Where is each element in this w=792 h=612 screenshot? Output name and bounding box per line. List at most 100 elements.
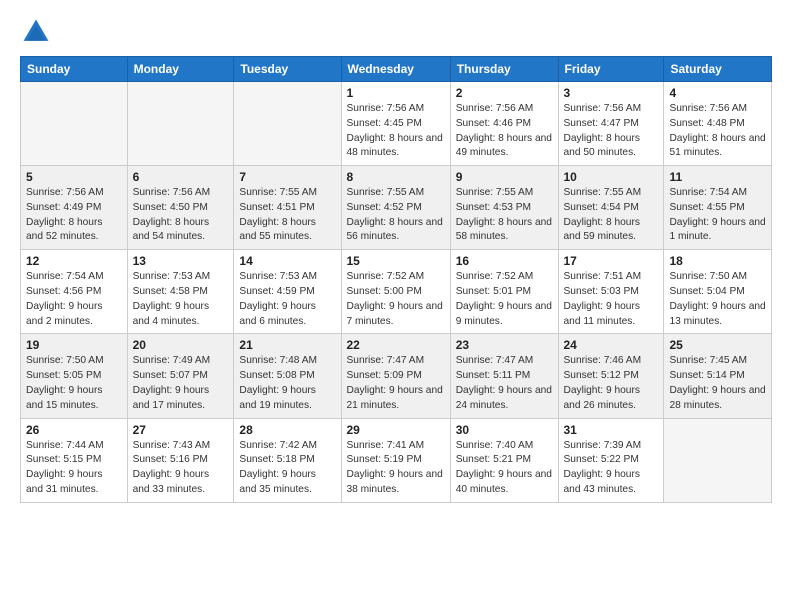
calendar-cell: 25 Sunrise: 7:45 AMSunset: 5:14 PMDayligh… [664, 334, 772, 418]
calendar-week-row: 19 Sunrise: 7:50 AMSunset: 5:05 PMDayligh… [21, 334, 772, 418]
day-number: 26 [26, 423, 122, 437]
calendar-cell: 28Sunrise: 7:42 AMSunset: 5:18 PMDayligh… [234, 418, 341, 502]
day-number: 10 [564, 170, 659, 184]
day-detail: Sunrise: 7:56 AMSunset: 4:47 PMDaylight:… [564, 102, 659, 161]
day-number: 30 [456, 423, 553, 437]
day-number: 24 [564, 338, 659, 352]
day-number: 11 [669, 170, 766, 184]
day-number: 15 [347, 254, 445, 268]
calendar-week-row: 12 Sunrise: 7:54 AMSunset: 4:56 PMDayligh… [21, 250, 772, 334]
calendar-cell: 20Sunrise: 7:49 AMSunset: 5:07 PMDayligh… [127, 334, 234, 418]
day-number: 2 [456, 86, 553, 100]
day-detail: Sunrise: 7:55 AMSunset: 4:53 PMDaylight:… [456, 186, 553, 245]
day-number: 19 [26, 338, 122, 352]
day-detail: Sunrise: 7:43 AMSunset: 5:16 PMDaylight:… [133, 439, 229, 498]
calendar-cell: 8Sunrise: 7:55 AMSunset: 4:52 PMDaylight… [341, 166, 450, 250]
calendar-cell: 9 Sunrise: 7:55 AMSunset: 4:53 PMDaylight… [450, 166, 558, 250]
calendar-week-row: 26 Sunrise: 7:44 AMSunset: 5:15 PMDayligh… [21, 418, 772, 502]
day-number: 9 [456, 170, 553, 184]
logo-icon [20, 16, 52, 48]
day-detail: Sunrise: 7:48 AMSunset: 5:08 PMDaylight:… [239, 354, 335, 413]
day-detail: Sunrise: 7:39 AMSunset: 5:22 PMDaylight:… [564, 439, 659, 498]
day-number: 7 [239, 170, 335, 184]
calendar-cell: 27 Sunrise: 7:43 AMSunset: 5:16 PMDayligh… [127, 418, 234, 502]
day-detail: Sunrise: 7:56 AMSunset: 4:49 PMDaylight:… [26, 186, 122, 245]
weekday-header-friday: Friday [558, 57, 664, 82]
day-detail: Sunrise: 7:46 AMSunset: 5:12 PMDaylight:… [564, 354, 659, 413]
calendar-cell: 29Sunrise: 7:41 AMSunset: 5:19 PMDayligh… [341, 418, 450, 502]
day-detail: Sunrise: 7:51 AMSunset: 5:03 PMDaylight:… [564, 270, 659, 329]
weekday-header-monday: Monday [127, 57, 234, 82]
day-number: 17 [564, 254, 659, 268]
day-detail: Sunrise: 7:40 AMSunset: 5:21 PMDaylight:… [456, 439, 553, 498]
weekday-header-row: SundayMondayTuesdayWednesdayThursdayFrid… [21, 57, 772, 82]
calendar-week-row: 1 Sunrise: 7:56 AMSunset: 4:45 PMDaylight… [21, 82, 772, 166]
calendar-cell: 1 Sunrise: 7:56 AMSunset: 4:45 PMDaylight… [341, 82, 450, 166]
calendar-cell: 26 Sunrise: 7:44 AMSunset: 5:15 PMDayligh… [21, 418, 128, 502]
calendar-table: SundayMondayTuesdayWednesdayThursdayFrid… [20, 56, 772, 503]
day-detail: Sunrise: 7:45 AMSunset: 5:14 PMDaylight:… [669, 354, 766, 413]
calendar-week-row: 5 Sunrise: 7:56 AMSunset: 4:49 PMDaylight… [21, 166, 772, 250]
calendar-cell: 10 Sunrise: 7:55 AMSunset: 4:54 PMDayligh… [558, 166, 664, 250]
page: SundayMondayTuesdayWednesdayThursdayFrid… [0, 0, 792, 612]
day-number: 3 [564, 86, 659, 100]
day-number: 5 [26, 170, 122, 184]
calendar-cell: 3 Sunrise: 7:56 AMSunset: 4:47 PMDaylight… [558, 82, 664, 166]
calendar-cell: 4 Sunrise: 7:56 AMSunset: 4:48 PMDaylight… [664, 82, 772, 166]
weekday-header-sunday: Sunday [21, 57, 128, 82]
day-detail: Sunrise: 7:50 AMSunset: 5:05 PMDaylight:… [26, 354, 122, 413]
calendar-cell: 15Sunrise: 7:52 AMSunset: 5:00 PMDayligh… [341, 250, 450, 334]
day-number: 25 [669, 338, 766, 352]
calendar-cell [664, 418, 772, 502]
day-number: 27 [133, 423, 229, 437]
calendar-cell: 11 Sunrise: 7:54 AMSunset: 4:55 PMDayligh… [664, 166, 772, 250]
calendar-cell: 22 Sunrise: 7:47 AMSunset: 5:09 PMDayligh… [341, 334, 450, 418]
calendar-cell: 6 Sunrise: 7:56 AMSunset: 4:50 PMDaylight… [127, 166, 234, 250]
day-detail: Sunrise: 7:50 AMSunset: 5:04 PMDaylight:… [669, 270, 766, 329]
calendar-cell: 16 Sunrise: 7:52 AMSunset: 5:01 PMDayligh… [450, 250, 558, 334]
calendar-cell: 30 Sunrise: 7:40 AMSunset: 5:21 PMDayligh… [450, 418, 558, 502]
calendar-cell: 5 Sunrise: 7:56 AMSunset: 4:49 PMDaylight… [21, 166, 128, 250]
calendar-cell: 14Sunrise: 7:53 AMSunset: 4:59 PMDayligh… [234, 250, 341, 334]
day-number: 13 [133, 254, 229, 268]
day-detail: Sunrise: 7:55 AMSunset: 4:54 PMDaylight:… [564, 186, 659, 245]
calendar-cell: 21Sunrise: 7:48 AMSunset: 5:08 PMDayligh… [234, 334, 341, 418]
calendar-cell: 7Sunrise: 7:55 AMSunset: 4:51 PMDaylight… [234, 166, 341, 250]
day-number: 1 [347, 86, 445, 100]
day-detail: Sunrise: 7:47 AMSunset: 5:09 PMDaylight:… [347, 354, 445, 413]
day-number: 20 [133, 338, 229, 352]
day-detail: Sunrise: 7:53 AMSunset: 4:58 PMDaylight:… [133, 270, 229, 329]
calendar-cell: 19 Sunrise: 7:50 AMSunset: 5:05 PMDayligh… [21, 334, 128, 418]
day-number: 6 [133, 170, 229, 184]
day-detail: Sunrise: 7:56 AMSunset: 4:48 PMDaylight:… [669, 102, 766, 161]
calendar-cell [127, 82, 234, 166]
weekday-header-thursday: Thursday [450, 57, 558, 82]
calendar-cell: 17 Sunrise: 7:51 AMSunset: 5:03 PMDayligh… [558, 250, 664, 334]
day-detail: Sunrise: 7:54 AMSunset: 4:55 PMDaylight:… [669, 186, 766, 245]
day-detail: Sunrise: 7:56 AMSunset: 4:50 PMDaylight:… [133, 186, 229, 245]
day-number: 22 [347, 338, 445, 352]
logo [20, 16, 56, 48]
day-number: 16 [456, 254, 553, 268]
day-detail: Sunrise: 7:42 AMSunset: 5:18 PMDaylight:… [239, 439, 335, 498]
day-detail: Sunrise: 7:56 AMSunset: 4:45 PMDaylight:… [347, 102, 445, 161]
day-detail: Sunrise: 7:44 AMSunset: 5:15 PMDaylight:… [26, 439, 122, 498]
weekday-header-wednesday: Wednesday [341, 57, 450, 82]
calendar-cell: 12 Sunrise: 7:54 AMSunset: 4:56 PMDayligh… [21, 250, 128, 334]
day-detail: Sunrise: 7:56 AMSunset: 4:46 PMDaylight:… [456, 102, 553, 161]
day-number: 31 [564, 423, 659, 437]
day-detail: Sunrise: 7:41 AMSunset: 5:19 PMDaylight:… [347, 439, 445, 498]
day-number: 18 [669, 254, 766, 268]
day-number: 4 [669, 86, 766, 100]
day-detail: Sunrise: 7:54 AMSunset: 4:56 PMDaylight:… [26, 270, 122, 329]
day-number: 12 [26, 254, 122, 268]
calendar-cell: 18 Sunrise: 7:50 AMSunset: 5:04 PMDayligh… [664, 250, 772, 334]
day-detail: Sunrise: 7:47 AMSunset: 5:11 PMDaylight:… [456, 354, 553, 413]
weekday-header-saturday: Saturday [664, 57, 772, 82]
calendar-cell: 24 Sunrise: 7:46 AMSunset: 5:12 PMDayligh… [558, 334, 664, 418]
day-detail: Sunrise: 7:52 AMSunset: 5:01 PMDaylight:… [456, 270, 553, 329]
weekday-header-tuesday: Tuesday [234, 57, 341, 82]
calendar-cell: 23Sunrise: 7:47 AMSunset: 5:11 PMDayligh… [450, 334, 558, 418]
calendar-cell: 31 Sunrise: 7:39 AMSunset: 5:22 PMDayligh… [558, 418, 664, 502]
day-number: 8 [347, 170, 445, 184]
